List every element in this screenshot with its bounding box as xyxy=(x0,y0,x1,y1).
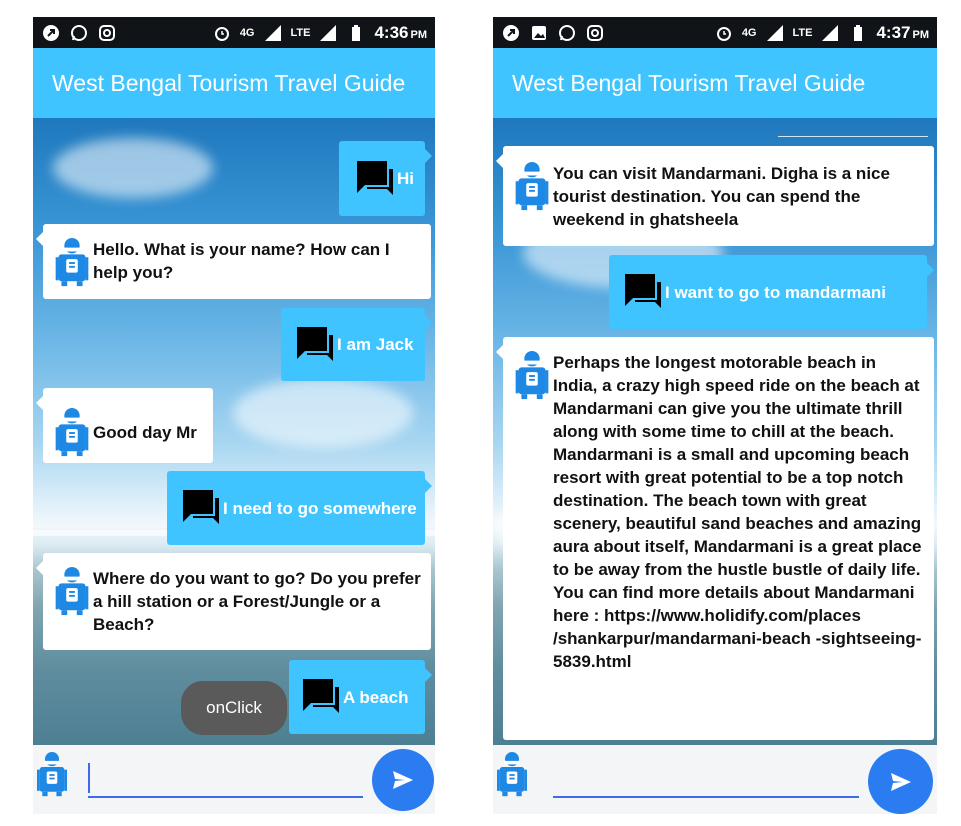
phone-screen-right: 4G LTE 4:37 PM West Bengal Tourism Travel… xyxy=(493,17,937,814)
chat-bubble-icon xyxy=(625,274,661,308)
status-time: 4:36 xyxy=(374,22,409,42)
robot-avatar-icon xyxy=(55,567,89,616)
message-input[interactable] xyxy=(553,796,859,798)
signal-icon-2 xyxy=(318,23,338,43)
chat-bubble-icon xyxy=(183,490,219,524)
message-text: I want to go to mandarmani xyxy=(665,282,887,302)
chat-bubble-icon xyxy=(303,679,339,713)
status-time: 4:37 xyxy=(876,22,911,42)
chat-bubble-icon xyxy=(297,326,333,361)
input-bar xyxy=(33,745,435,814)
status-ampm: PM xyxy=(410,28,428,41)
robot-avatar-icon xyxy=(55,407,89,456)
instagram-icon xyxy=(585,23,605,43)
user-message: I need to go somewhere xyxy=(167,471,432,545)
send-icon xyxy=(393,771,413,789)
status-bar: 4G LTE 4:36 PM xyxy=(33,17,435,48)
chat-bubble-icon xyxy=(357,160,393,195)
assistant-icon xyxy=(501,23,521,43)
signal-icon-2 xyxy=(820,23,840,43)
user-message: I am Jack xyxy=(281,308,432,381)
signal-icon xyxy=(765,23,785,43)
status-bar: 4G LTE 4:37 PM xyxy=(493,17,937,48)
background-cloud xyxy=(233,378,413,448)
background-cloud xyxy=(53,138,213,198)
scroll-edge xyxy=(778,136,928,137)
robot-avatar-icon xyxy=(515,351,549,400)
assistant-icon xyxy=(41,23,61,43)
network-4g-label: 4G xyxy=(741,26,757,39)
bot-message: Hello. What is your name? How can I help… xyxy=(36,224,431,299)
app-title: West Bengal Tourism Travel Guide xyxy=(512,69,866,96)
phone-screen-left: 4G LTE 4:36 PM West Bengal Tourism Travel… xyxy=(33,17,435,814)
robot-avatar-icon xyxy=(497,752,527,797)
bot-message: Where do you want to go? Do you prefer a… xyxy=(36,553,431,650)
robot-avatar-icon xyxy=(55,238,89,287)
signal-icon xyxy=(263,23,283,43)
send-button[interactable] xyxy=(372,749,434,811)
whatsapp-icon xyxy=(557,23,577,43)
message-text: Perhaps the longest motorable beach in I… xyxy=(553,353,922,671)
message-text: I need to go somewhere xyxy=(223,498,417,518)
alarm-icon xyxy=(212,23,232,43)
text-cursor xyxy=(88,763,90,793)
message-text: You can visit Mandarmani. Digha is a nic… xyxy=(553,164,890,229)
app-bar: West Bengal Tourism Travel Guide xyxy=(33,48,435,118)
bot-message: Good day Mr xyxy=(36,388,213,463)
chat-area[interactable]: You can visit Mandarmani. Digha is a nic… xyxy=(493,118,937,745)
message-text: Good day Mr xyxy=(93,423,197,442)
send-button[interactable] xyxy=(868,749,933,814)
network-4g-label: 4G xyxy=(239,26,255,39)
message-input[interactable] xyxy=(88,796,363,798)
battery-icon xyxy=(346,23,366,43)
instagram-icon xyxy=(97,23,117,43)
message-text: A beach xyxy=(343,687,409,707)
toast-message: onClick xyxy=(181,681,287,735)
user-message: I want to go to mandarmani xyxy=(609,255,934,329)
bot-message: Perhaps the longest motorable beach in I… xyxy=(496,337,934,740)
app-title: West Bengal Tourism Travel Guide xyxy=(52,69,406,96)
whatsapp-icon xyxy=(69,23,89,43)
status-ampm: PM xyxy=(912,28,930,41)
bot-message: You can visit Mandarmani. Digha is a nic… xyxy=(496,146,934,246)
app-bar: West Bengal Tourism Travel Guide xyxy=(493,48,937,118)
message-text: Hello. What is your name? How can I help… xyxy=(93,240,390,282)
gallery-icon xyxy=(529,23,549,43)
robot-avatar-icon xyxy=(515,162,549,211)
chat-area[interactable]: Hi Hello. What is your name? How can I h… xyxy=(33,118,435,745)
robot-avatar-icon xyxy=(37,752,67,797)
input-bar xyxy=(493,745,937,814)
send-icon xyxy=(890,772,911,791)
message-text: I am Jack xyxy=(337,335,414,354)
user-message: A beach xyxy=(289,660,432,734)
message-text: Where do you want to go? Do you prefer a… xyxy=(93,569,421,634)
alarm-icon xyxy=(714,23,734,43)
user-message: Hi xyxy=(339,141,432,216)
battery-icon xyxy=(848,23,868,43)
network-label: LTE xyxy=(290,26,311,39)
message-text: Hi xyxy=(397,169,414,188)
network-label: LTE xyxy=(792,26,813,39)
